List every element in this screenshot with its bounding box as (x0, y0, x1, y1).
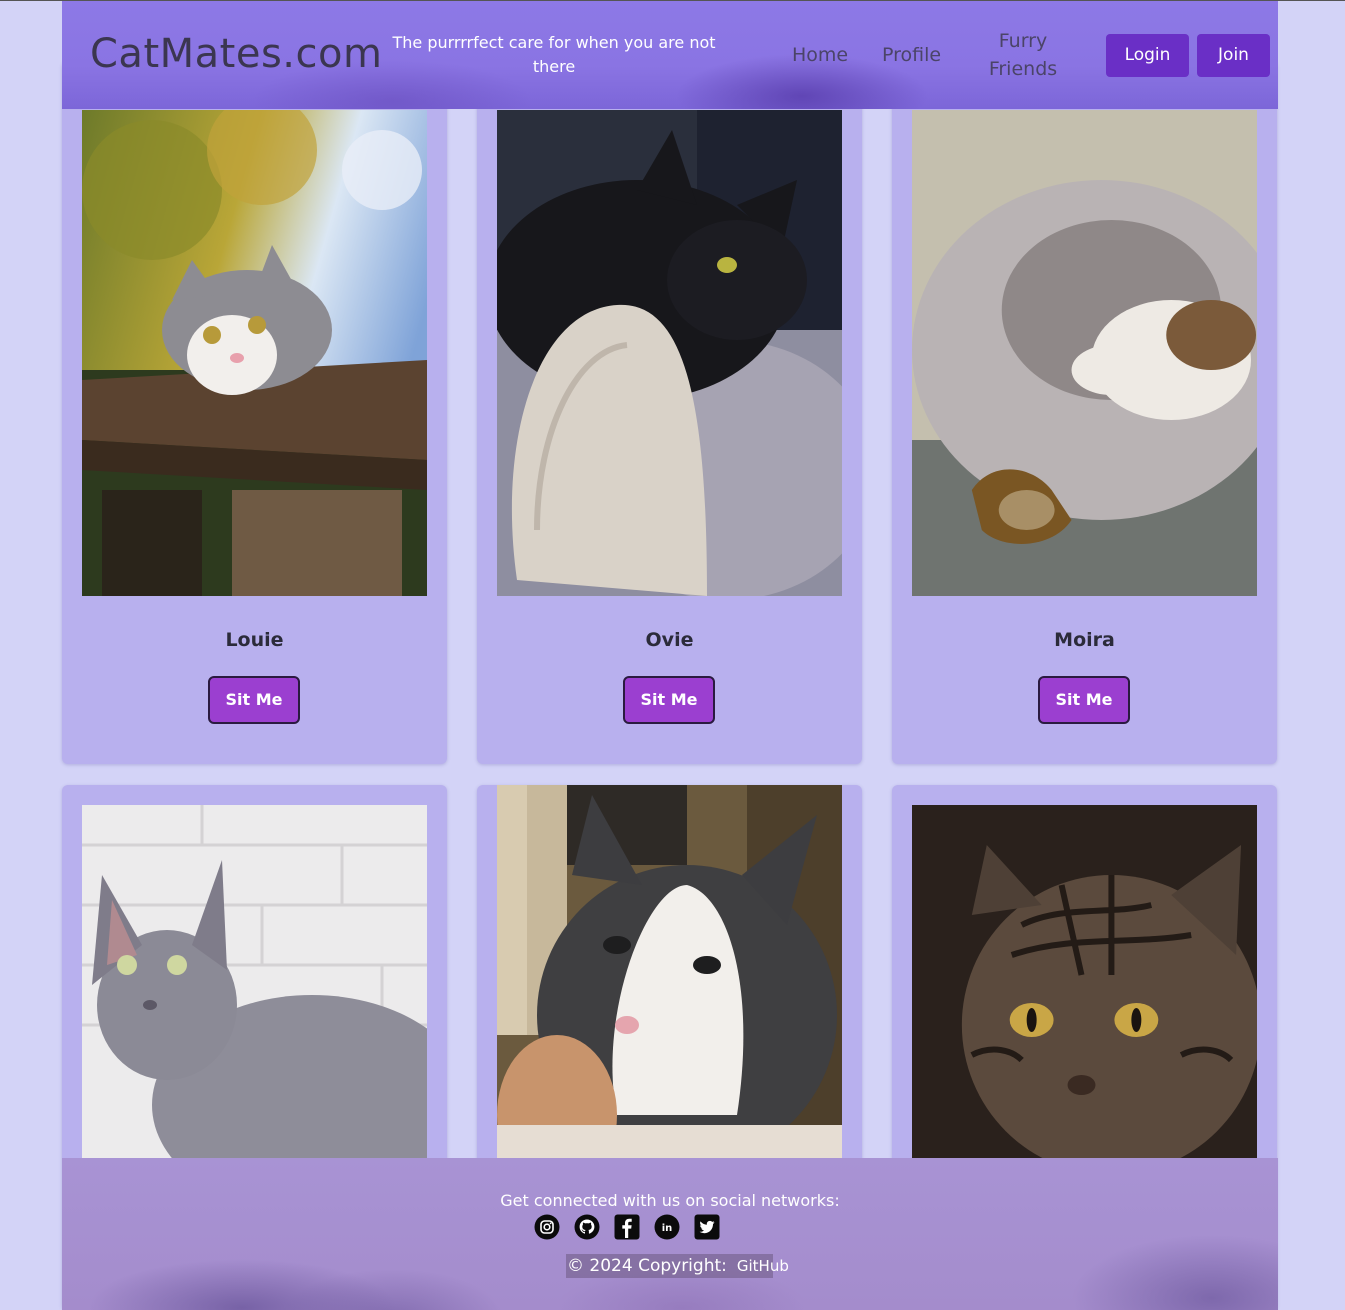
tagline: The purrrrfect care for when you are not… (392, 33, 716, 76)
social-links: in (534, 1214, 720, 1240)
svg-text:in: in (662, 1223, 673, 1234)
cat-card: Ovie Sit Me (477, 61, 862, 764)
cat-name: Ovie (645, 629, 694, 651)
sphynx-cat-icon (82, 805, 427, 1165)
join-button[interactable]: Join (1197, 34, 1270, 77)
login-button[interactable]: Login (1106, 34, 1189, 77)
github-link[interactable]: GitHub (737, 1257, 789, 1275)
sit-me-button[interactable]: Sit Me (623, 676, 715, 724)
copyright-text: © 2024 Copyright: (567, 1256, 727, 1276)
facebook-icon[interactable] (614, 1214, 640, 1240)
tabby-cat-closeup-icon (912, 805, 1257, 1165)
cat-card: Louie Sit Me (62, 61, 447, 764)
social-connect-text: Get connected with us on social networks… (500, 1191, 840, 1210)
page-frame: CatMates.com The purrrrfect care for whe… (62, 1, 1278, 1310)
nav-link-profile[interactable]: Profile (882, 41, 941, 69)
grey-white-cat-closeup-icon (497, 785, 842, 1165)
calico-cat-in-fluffy-bed-icon (912, 110, 1257, 596)
github-icon[interactable] (574, 1214, 600, 1240)
footer: Get connected with us on social networks… (62, 1158, 1278, 1310)
sit-me-button[interactable]: Sit Me (1038, 676, 1130, 724)
copyright: © 2024 Copyright: GitHub (566, 1254, 789, 1278)
nav-link-home[interactable]: Home (792, 41, 848, 69)
sit-me-button[interactable]: Sit Me (208, 676, 300, 724)
navbar: CatMates.com The purrrrfect care for whe… (62, 1, 1278, 109)
cat-name: Moira (1054, 629, 1115, 651)
black-cat-on-cat-tree-icon (497, 110, 842, 596)
cat-card: Moira Sit Me (892, 61, 1277, 764)
instagram-icon[interactable] (534, 1214, 560, 1240)
twitter-icon[interactable] (694, 1214, 720, 1240)
brand-logo[interactable]: CatMates.com (90, 31, 382, 77)
grey-white-cat-on-wooden-beam-icon (82, 110, 427, 596)
linkedin-icon[interactable]: in (654, 1214, 680, 1240)
cat-name: Louie (225, 629, 284, 651)
nav-link-furry-friends[interactable]: Furry Friends (980, 27, 1066, 83)
